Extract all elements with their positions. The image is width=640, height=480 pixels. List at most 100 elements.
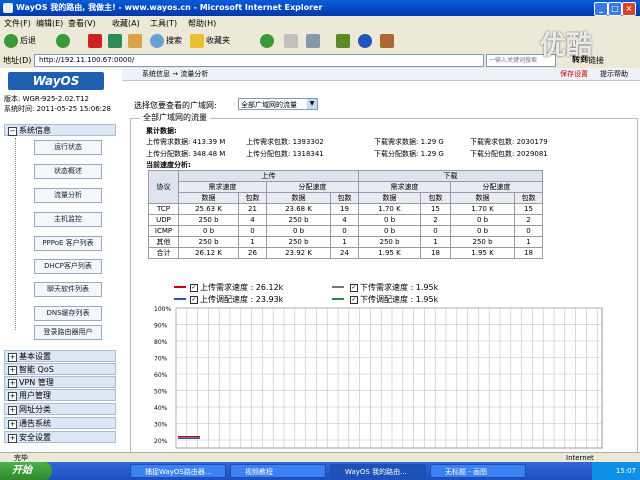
sidebar-section-label: VPN 管理: [19, 378, 54, 387]
back-arrow-icon[interactable]: [4, 34, 18, 48]
cum-down-alloc-packets: 下载分配包数: 2029081: [470, 150, 548, 158]
sidebar-section-url-category[interactable]: + 网址分类: [4, 403, 116, 415]
table-row: 合计 26.12 K 26 23.92 K 24 1.95 K 18 1.95 K 18: [148, 247, 543, 259]
sidebar-section-users[interactable]: + 用户管理: [4, 389, 116, 401]
favorites-star-icon[interactable]: [190, 34, 204, 48]
address-input[interactable]: http://192.11.100.67:0000/: [34, 54, 484, 67]
table-cell: 19: [330, 203, 359, 215]
legend-line-up-alloc: [174, 298, 186, 300]
expand-icon: +: [8, 353, 17, 362]
sidebar-item-router-login-users[interactable]: 登录路由器用户: [34, 325, 102, 340]
current-speed-label: 当前速度分析:: [146, 161, 191, 169]
wan-select-value: 全部广域网的流量: [241, 101, 297, 109]
checkbox-down-demand[interactable]: ✓: [350, 284, 358, 292]
legend-down-demand: 下传需求速度 : 1.95k: [360, 283, 439, 292]
home-icon[interactable]: [128, 34, 142, 48]
favorites-button[interactable]: 收藏夹: [206, 33, 230, 49]
sidebar-section-label: 系统信息: [19, 126, 51, 135]
sidebar-section-label: 用户管理: [19, 391, 51, 400]
back-button[interactable]: 后退: [20, 33, 36, 49]
media-icon[interactable]: [260, 34, 274, 48]
minimize-button[interactable]: _: [594, 2, 608, 16]
refresh-icon[interactable]: [108, 34, 122, 48]
table-cell: 24: [330, 247, 359, 259]
table-cell: 250 b: [266, 214, 331, 226]
close-button[interactable]: ×: [622, 2, 636, 16]
maximize-button[interactable]: □: [608, 2, 622, 16]
sidebar-item-dhcp-clients[interactable]: DHCP客户列表: [34, 259, 102, 274]
up-alloc-header: 分配速度: [266, 181, 359, 193]
sidebar-item-status-overview[interactable]: 状态概述: [34, 164, 102, 179]
sidebar-section-basic[interactable]: + 基本设置: [4, 350, 116, 362]
table-cell: 18: [514, 247, 543, 259]
sidebar-section-qos[interactable]: + 智能 QoS: [4, 363, 116, 375]
help-link[interactable]: 提示帮助: [600, 68, 628, 80]
sidebar-section-security[interactable]: + 安全设置: [4, 431, 116, 443]
cumulative-label: 累计数据:: [146, 127, 177, 135]
sidebar-item-run-status[interactable]: 运行状态: [34, 140, 102, 155]
protocol-cell: ICMP: [148, 225, 179, 237]
wayos-logo: WayOS: [8, 72, 104, 90]
table-row: UDP 250 b 4 250 b40 b20 b2: [148, 214, 543, 226]
sidebar-item-host-monitor[interactable]: 主机监控: [34, 212, 102, 227]
search-button[interactable]: 搜索: [166, 33, 182, 49]
table-cell: 4: [330, 214, 359, 226]
bluetooth-icon[interactable]: [358, 34, 372, 48]
start-button[interactable]: 开始: [0, 462, 52, 480]
search-icon[interactable]: [150, 34, 164, 48]
sidebar-item-traffic-analysis[interactable]: 流量分析: [34, 188, 102, 203]
task-video-tutorial[interactable]: 视频教程: [230, 464, 326, 478]
sidebar-section-notice[interactable]: + 通告系统: [4, 417, 116, 429]
stop-icon[interactable]: [88, 34, 102, 48]
menu-help[interactable]: 帮助(H): [188, 18, 216, 29]
wan-select[interactable]: 全部广域网的流量 ▼: [238, 98, 318, 110]
breadcrumb: 系统信息 → 流量分析 保存设置 提示帮助: [122, 68, 640, 81]
packets-header: 包数: [514, 192, 543, 204]
y-tick-label: 50%: [154, 389, 168, 396]
protocol-cell: 其他: [148, 236, 179, 248]
chevron-down-icon: ▼: [307, 99, 317, 109]
window-titlebar: WayOS 我的路由, 我做主! - www.wayos.cn - Micros…: [0, 0, 640, 16]
menu-favorites[interactable]: 收藏(A): [112, 18, 140, 29]
sidebar-item-chat-software[interactable]: 聊天软件列表: [34, 282, 102, 297]
sidebar-section-label: 智能 QoS: [19, 365, 54, 374]
menu-edit[interactable]: 编辑(E): [36, 18, 63, 29]
cum-down-alloc-data: 下载分配数据: 1.29 G: [374, 150, 444, 158]
sidebar-section-system-info[interactable]: − 系统信息: [4, 124, 116, 136]
sidebar-section-vpn[interactable]: + VPN 管理: [4, 376, 116, 388]
menu-tools[interactable]: 工具(T): [150, 18, 177, 29]
protocol-cell: 合计: [148, 247, 179, 259]
sidebar-item-pppoe-clients[interactable]: PPPoE 客户列表: [34, 236, 102, 251]
menu-view[interactable]: 查看(V): [68, 18, 96, 29]
task-wayos-browser[interactable]: WayOS 我的路由...: [330, 464, 426, 478]
packets-header: 包数: [330, 192, 359, 204]
forward-arrow-icon[interactable]: [56, 34, 70, 48]
table-cell: 18: [420, 247, 451, 259]
task-paint[interactable]: 无标题 - 画图: [430, 464, 526, 478]
table-cell: 1.70 K: [358, 203, 421, 215]
sidebar-item-dns-cache[interactable]: DNS缓存列表: [34, 306, 102, 321]
menu-file[interactable]: 文件(F): [4, 18, 31, 29]
table-cell: 250 b: [358, 236, 421, 248]
table-cell: 250 b: [178, 236, 239, 248]
table-row: 其他 250 b 1 250 b 1 250 b 1 250 b1: [148, 236, 543, 248]
messenger-icon[interactable]: [380, 34, 394, 48]
edit-icon[interactable]: [336, 34, 350, 48]
mail-icon[interactable]: [284, 34, 298, 48]
table-cell: 4: [238, 214, 267, 226]
youku-watermark: 优酷: [540, 31, 593, 61]
save-settings-link[interactable]: 保存设置: [560, 68, 588, 80]
packets-header: 包数: [238, 192, 267, 204]
table-cell: 1: [514, 236, 543, 248]
table-cell: 23.68 K: [266, 203, 331, 215]
print-icon[interactable]: [306, 34, 320, 48]
legend-line-up-demand: [174, 286, 186, 288]
cum-up-demand-data: 上传需求数据: 413.39 M: [146, 138, 226, 146]
checkbox-up-demand[interactable]: ✓: [190, 284, 198, 292]
task-capture[interactable]: 捕捉WayOS路由器...: [130, 464, 226, 478]
table-cell: 0 b: [450, 225, 515, 237]
data-header: 数据: [450, 192, 515, 204]
sidebar-section-label: 基本设置: [19, 352, 51, 361]
table-cell: 21: [238, 203, 267, 215]
legend-line-down-demand: [332, 286, 344, 288]
